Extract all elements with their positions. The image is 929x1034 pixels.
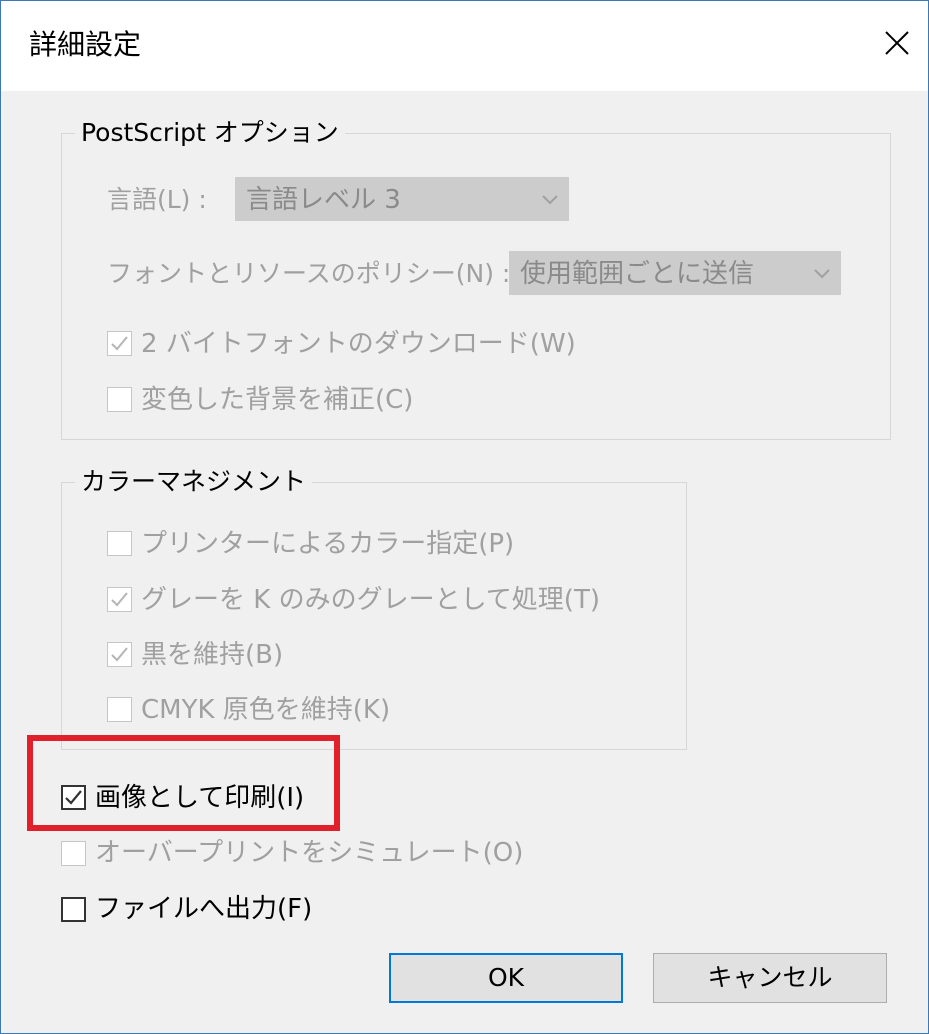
ok-button[interactable]: OK bbox=[389, 953, 623, 1003]
language-select-value: 言語レベル 3 bbox=[246, 185, 401, 215]
postscript-options-legend: PostScript オプション bbox=[75, 117, 345, 149]
checkmark-icon bbox=[65, 790, 82, 805]
print-to-file-label: ファイルへ出力(F) bbox=[95, 894, 313, 924]
correct-faded-background-label: 変色した背景を補正(C) bbox=[141, 385, 414, 415]
printer-color-label: プリンターによるカラー指定(P) bbox=[141, 529, 515, 559]
color-management-legend: カラーマネジメント bbox=[75, 466, 313, 498]
chevron-down-icon bbox=[806, 252, 838, 294]
simulate-overprint-checkbox[interactable] bbox=[61, 841, 86, 866]
checkmark-icon bbox=[111, 592, 128, 607]
checkmark-icon bbox=[111, 336, 128, 351]
font-policy-select[interactable]: 使用範囲ごとに送信 bbox=[509, 251, 841, 295]
download-2byte-font-checkbox[interactable] bbox=[107, 331, 132, 356]
dialog-title: 詳細設定 bbox=[29, 28, 142, 61]
correct-faded-background-checkbox[interactable] bbox=[107, 387, 132, 412]
font-policy-select-value: 使用範囲ごとに送信 bbox=[520, 259, 755, 289]
cancel-button[interactable]: キャンセル bbox=[653, 953, 887, 1003]
simulate-overprint-label: オーバープリントをシミュレート(O) bbox=[95, 838, 524, 868]
title-bar: 詳細設定 bbox=[1, 1, 928, 91]
close-icon bbox=[885, 31, 909, 55]
print-as-image-checkbox[interactable] bbox=[61, 785, 86, 810]
preserve-cmyk-checkbox[interactable] bbox=[107, 697, 132, 722]
preserve-black-checkbox[interactable] bbox=[107, 642, 132, 667]
print-to-file-checkbox[interactable] bbox=[61, 897, 86, 922]
preserve-cmyk-label: CMYK 原色を維持(K) bbox=[141, 695, 391, 725]
language-select[interactable]: 言語レベル 3 bbox=[235, 177, 569, 221]
download-2byte-font-label: 2 バイトフォントのダウンロード(W) bbox=[141, 329, 576, 359]
advanced-settings-dialog: 詳細設定 PostScript オプション 言語(L) : 言語レベル 3 フォ… bbox=[0, 0, 929, 1034]
chevron-down-icon bbox=[534, 178, 566, 220]
print-as-image-label: 画像として印刷(I) bbox=[95, 783, 305, 813]
gray-as-k-checkbox[interactable] bbox=[107, 587, 132, 612]
checkmark-icon bbox=[111, 647, 128, 662]
close-button[interactable] bbox=[877, 23, 917, 63]
preserve-black-label: 黒を維持(B) bbox=[141, 640, 284, 670]
gray-as-k-label: グレーを K のみのグレーとして処理(T) bbox=[141, 585, 600, 615]
language-label: 言語(L) : bbox=[107, 185, 207, 214]
printer-color-checkbox[interactable] bbox=[107, 531, 132, 556]
font-policy-label: フォントとリソースのポリシー(N) : bbox=[107, 259, 511, 288]
